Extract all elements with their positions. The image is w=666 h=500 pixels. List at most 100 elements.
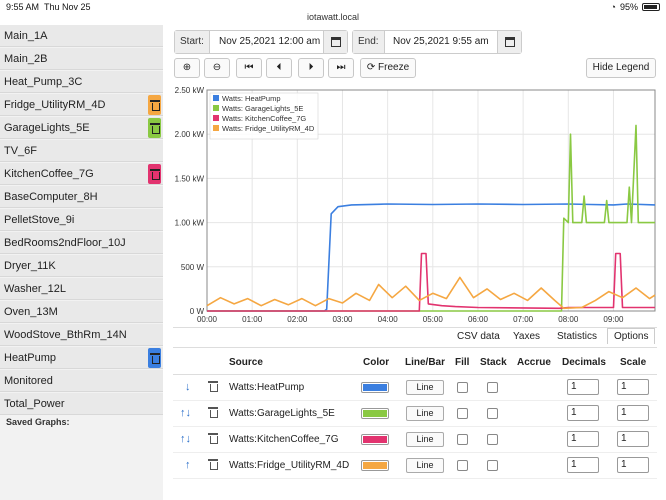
start-date-input[interactable]: Nov 25,2021 12:00 am [219,31,320,53]
trash-icon [208,459,218,470]
fill-checkbox[interactable] [457,408,468,419]
scale-input[interactable]: 1 [617,431,649,447]
fill-checkbox[interactable] [457,382,468,393]
line-bar-select[interactable]: Line [406,458,444,473]
sidebar-item[interactable]: Heat_Pump_3C [0,71,163,93]
header-accrue: Accrue [517,357,551,368]
zoom-in-icon: ⊕ [182,62,192,73]
line-bar-select[interactable]: Line [406,432,444,447]
wifi-icon: ◔ [610,2,616,12]
sidebar-item-label: Main_1A [4,30,48,42]
zoom-in-button[interactable]: ⊕ [174,58,200,78]
delete-row-button[interactable] [208,407,218,420]
color-swatch[interactable] [361,382,389,393]
x-tick-label: 00:00 [197,315,218,324]
stack-checkbox[interactable] [487,382,498,393]
tab-statistics[interactable]: Statistics [557,331,597,342]
end-date-input[interactable]: Nov 25,2021 9:55 am [393,31,489,53]
sidebar-item-label: WoodStove_BthRm_14N [4,329,127,341]
remove-series-button[interactable] [148,164,161,184]
line-bar-select[interactable]: Line [406,406,444,421]
sidebar-item-label: BaseComputer_8H [4,191,98,203]
tab-options[interactable]: Options [607,328,656,344]
scale-input[interactable]: 1 [617,405,649,421]
stack-checkbox[interactable] [487,434,498,445]
sidebar-item[interactable]: KitchenCoffee_7G [0,163,163,185]
scale-input[interactable]: 1 [617,457,649,473]
delete-row-button[interactable] [208,381,218,394]
sidebar-item[interactable]: HeatPump [0,347,163,369]
sidebar-item[interactable]: GarageLights_5E [0,117,163,139]
url-bar[interactable]: iotawatt.local [0,12,666,26]
y-tick-label: 2.50 kW [175,86,205,95]
zoom-out-button[interactable]: ⊖ [204,58,230,78]
series-source: Watts:Fridge_UtilityRM_4D [229,460,350,471]
step-forward-button[interactable]: ⏵ [298,58,324,78]
fill-checkbox[interactable] [457,460,468,471]
sidebar-item[interactable]: Main_1A [0,25,163,47]
skip-back-button[interactable]: ⏮ [236,58,262,78]
power-chart[interactable]: 0 W500 W1.00 kW1.50 kW2.00 kW2.50 kW00:0… [170,82,660,327]
end-date-control[interactable]: End: Nov 25,2021 9:55 am [352,30,522,54]
delete-row-button[interactable] [208,433,218,446]
color-swatch[interactable] [361,434,389,445]
sidebar-item[interactable]: PelletStove_9i [0,209,163,231]
status-date: Thu Nov 25 [44,2,91,12]
fill-checkbox[interactable] [457,434,468,445]
step-forward-icon: ⏵ [308,62,314,73]
sidebar-item[interactable]: BedRooms2ndFloor_10J [0,232,163,254]
sidebar-item[interactable]: Total_Power [0,393,163,415]
sidebar-item[interactable]: TV_6F [0,140,163,162]
color-swatch[interactable] [361,408,389,419]
step-back-button[interactable]: ⏴ [266,58,292,78]
line-bar-select[interactable]: Line [406,380,444,395]
skip-forward-button[interactable]: ⏭ [328,58,354,78]
tab-yaxes[interactable]: Yaxes [513,331,540,342]
decimals-input[interactable]: 1 [567,457,599,473]
hide-legend-button[interactable]: Hide Legend [586,58,656,78]
decimals-input[interactable]: 1 [567,405,599,421]
remove-series-button[interactable] [148,95,161,115]
y-tick-label: 1.00 kW [175,219,205,228]
remove-series-button[interactable] [148,118,161,138]
sidebar: Total_Power Monitored HeatPump WoodStove_Bt… [0,25,163,500]
reorder-arrows-icon[interactable]: ↑↓ [180,433,191,445]
reorder-arrows-icon[interactable]: ↑ [185,459,191,471]
decimals-input[interactable]: 1 [567,379,599,395]
reorder-arrows-icon[interactable]: ↓ [185,381,191,393]
trash-icon [150,100,160,111]
sidebar-item[interactable]: Oven_13M [0,301,163,323]
x-tick-label: 08:00 [558,315,579,324]
sidebar-item[interactable]: Washer_12L [0,278,163,300]
header-stack: Stack [480,357,507,368]
tab-csv-data[interactable]: CSV data [457,331,500,342]
scale-input[interactable]: 1 [617,379,649,395]
saved-graphs-label: Saved Graphs: [6,417,70,427]
sidebar-item-label: Dryer_11K [4,260,56,272]
stack-checkbox[interactable] [487,408,498,419]
sidebar-item-label: Fridge_UtilityRM_4D [4,99,106,111]
decimals-input[interactable]: 1 [567,431,599,447]
freeze-button[interactable]: ⟳ Freeze [360,58,416,78]
color-swatch[interactable] [361,460,389,471]
sidebar-item[interactable]: WoodStove_BthRm_14N [0,324,163,346]
sidebar-item-label: Total_Power [4,398,65,410]
sidebar-item[interactable]: Fridge_UtilityRM_4D [0,94,163,116]
sidebar-item[interactable]: BaseComputer_8H [0,186,163,208]
stack-checkbox[interactable] [487,460,498,471]
remove-series-button[interactable] [148,348,161,368]
trash-icon [150,123,160,134]
start-calendar-button[interactable] [323,31,347,53]
sidebar-item[interactable]: Monitored [0,370,163,392]
legend-entry: Watts: HeatPump [222,94,281,103]
status-right: ◔ 95% [611,2,660,12]
sidebar-item-label: BedRooms2ndFloor_10J [4,237,126,249]
y-tick-label: 2.00 kW [175,130,205,139]
end-calendar-button[interactable] [497,31,521,53]
zoom-out-icon: ⊖ [212,62,222,73]
delete-row-button[interactable] [208,459,218,472]
start-date-control[interactable]: Start: Nov 25,2021 12:00 am [174,30,348,54]
reorder-arrows-icon[interactable]: ↑↓ [180,407,191,419]
sidebar-item[interactable]: Dryer_11K [0,255,163,277]
sidebar-item[interactable]: Main_2B [0,48,163,70]
